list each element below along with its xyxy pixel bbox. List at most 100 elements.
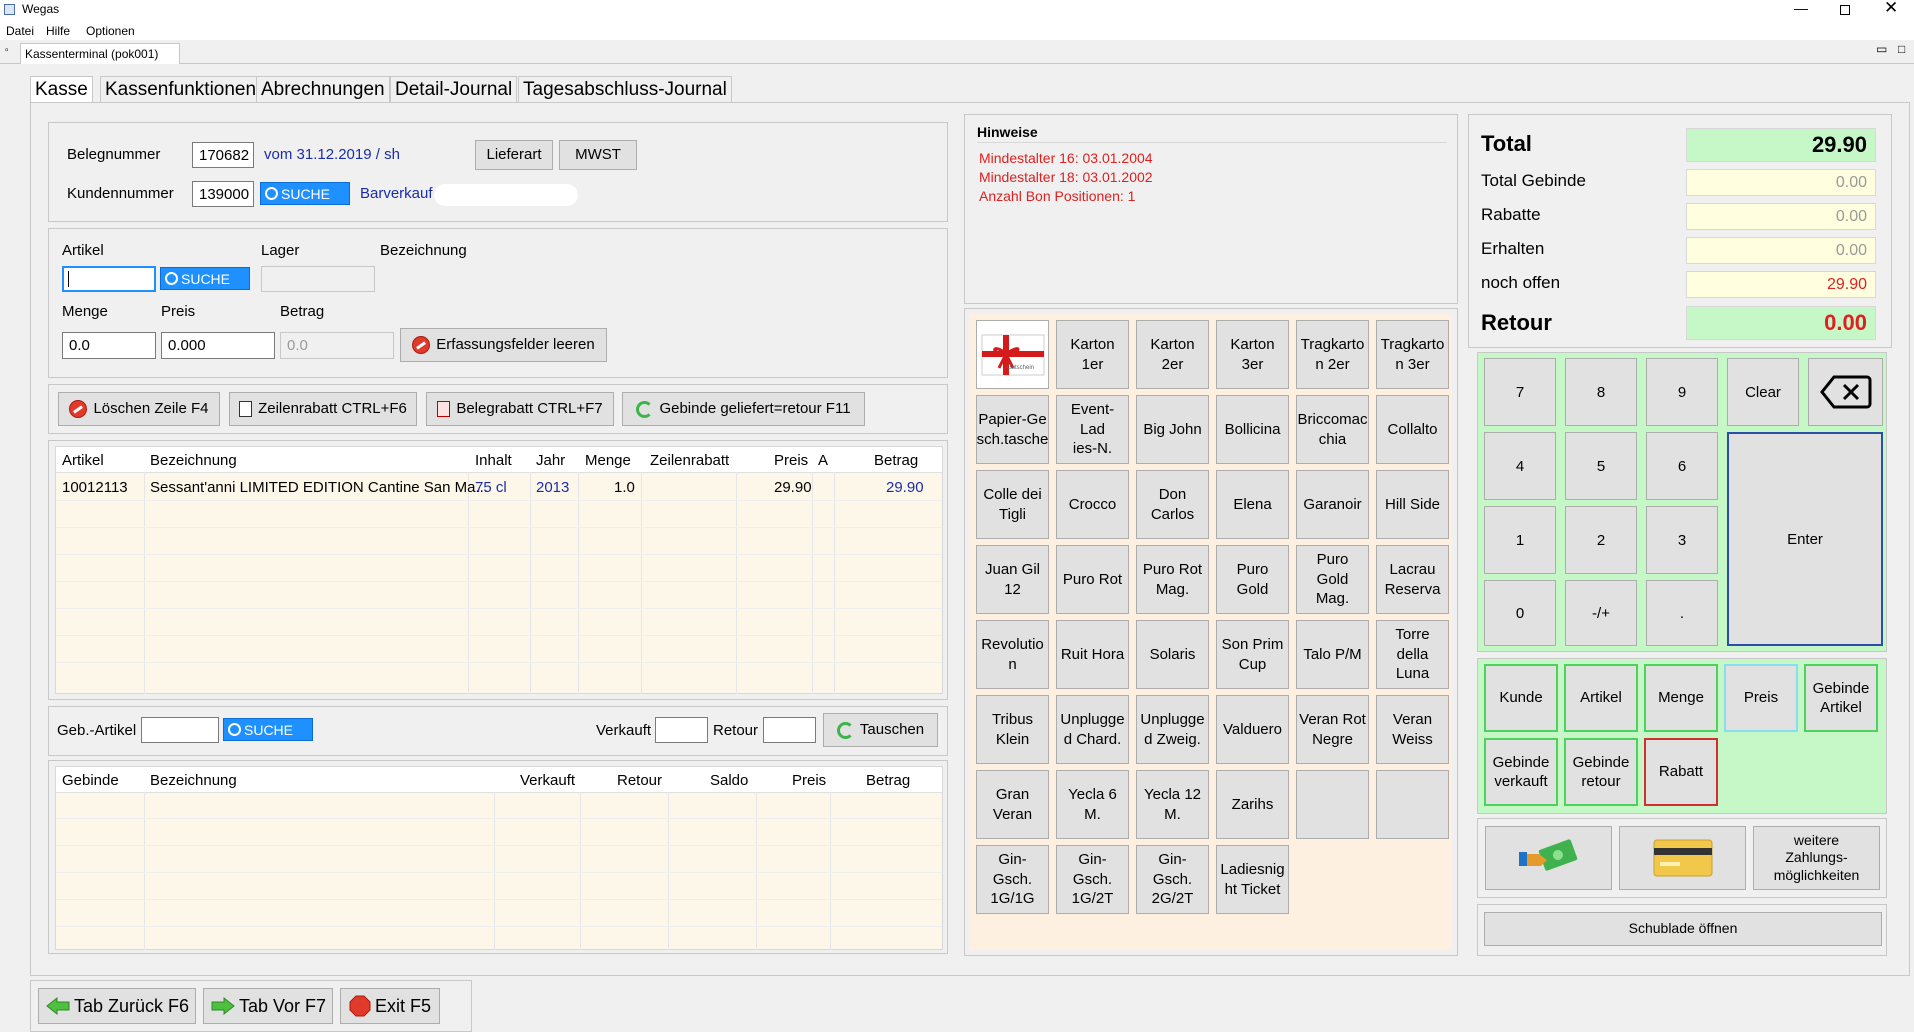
product-button[interactable]: Hill Side	[1376, 470, 1449, 539]
product-button[interactable]: Ruit Hora	[1056, 620, 1129, 689]
cash-payment-button[interactable]	[1485, 826, 1612, 890]
product-button[interactable]: Unplugge d Chard.	[1056, 695, 1129, 764]
menu-hilfe[interactable]: Hilfe	[46, 24, 70, 38]
maximize-icon[interactable]	[1840, 5, 1850, 15]
kundennummer-field[interactable]: 139000	[192, 181, 254, 207]
product-button[interactable]: Briccomac chia	[1296, 395, 1369, 464]
product-button[interactable]: Puro Rot Mag.	[1136, 545, 1209, 614]
product-button[interactable]: Karton 1er	[1056, 320, 1129, 389]
product-button[interactable]: Yecla 12 M.	[1136, 770, 1209, 839]
product-button[interactable]: Juan Gil 12	[976, 545, 1049, 614]
gebinde-artikel-button[interactable]: Gebinde Artikel	[1804, 664, 1878, 732]
key-9[interactable]: 9	[1646, 358, 1718, 426]
key-1[interactable]: 1	[1484, 506, 1556, 574]
geb-artikel-input[interactable]	[141, 717, 219, 743]
artikel-function-button[interactable]: Artikel	[1564, 664, 1638, 732]
artikel-suche-button[interactable]: SUCHE	[160, 267, 250, 290]
product-button[interactable]: Veran Weiss	[1376, 695, 1449, 764]
product-button[interactable]: Big John	[1136, 395, 1209, 464]
tauschen-button[interactable]: Tauschen	[823, 713, 938, 747]
minimize-icon[interactable]: —	[1794, 0, 1808, 16]
belegrabatt-button[interactable]: Belegrabatt CTRL+F7	[426, 392, 614, 426]
key-5[interactable]: 5	[1565, 432, 1637, 500]
clear-button[interactable]: Clear	[1727, 358, 1799, 426]
product-button[interactable]: Veran Rot Negre	[1296, 695, 1369, 764]
enter-button[interactable]: Enter	[1727, 432, 1883, 646]
preis-function-button[interactable]: Preis	[1724, 664, 1798, 732]
close-icon[interactable]: ✕	[1884, 0, 1898, 18]
product-button[interactable]: Garanoir	[1296, 470, 1369, 539]
product-empty-button[interactable]	[1296, 770, 1369, 839]
product-button[interactable]: Tragkarto n 3er	[1376, 320, 1449, 389]
menge-function-button[interactable]: Menge	[1644, 664, 1718, 732]
gebinde-verkauft-button[interactable]: Gebinde verkauft	[1484, 738, 1558, 806]
product-button[interactable]: Bollicina	[1216, 395, 1289, 464]
key-3[interactable]: 3	[1646, 506, 1718, 574]
rabatt-button[interactable]: Rabatt	[1644, 738, 1718, 806]
tab-detail-journal[interactable]: Detail-Journal	[390, 76, 518, 102]
product-button[interactable]: Puro Gold	[1216, 545, 1289, 614]
product-button[interactable]: Papier-Ge sch.tasche	[976, 395, 1049, 464]
product-button[interactable]: Son Prim Cup	[1216, 620, 1289, 689]
product-button[interactable]: Puro Gold Mag.	[1296, 545, 1369, 614]
product-button[interactable]: Valduero	[1216, 695, 1289, 764]
product-button[interactable]: Don Carlos	[1136, 470, 1209, 539]
product-button[interactable]: Elena	[1216, 470, 1289, 539]
verkauft-input[interactable]	[655, 717, 708, 743]
menu-optionen[interactable]: Optionen	[86, 24, 135, 38]
product-button[interactable]: Gin-Gsch. 2G/2T	[1136, 845, 1209, 914]
view-maximize-icon[interactable]: □	[1898, 42, 1905, 56]
product-button[interactable]: Gin-Gsch. 1G/2T	[1056, 845, 1129, 914]
exit-button[interactable]: Exit F5	[340, 988, 440, 1024]
schublade-button[interactable]: Schublade öffnen	[1484, 912, 1882, 946]
backspace-button[interactable]	[1808, 358, 1883, 426]
key-0[interactable]: 0	[1484, 580, 1556, 646]
product-button[interactable]: Tragkarto n 2er	[1296, 320, 1369, 389]
tab-vor-button[interactable]: Tab Vor F7	[203, 988, 333, 1024]
key-2[interactable]: 2	[1565, 506, 1637, 574]
erfassungsfelder-leeren-button[interactable]: Erfassungsfelder leeren	[400, 328, 607, 362]
product-button[interactable]: Torre della Luna	[1376, 620, 1449, 689]
product-button[interactable]: Gin-Gsch. 1G/1G	[976, 845, 1049, 914]
gebinde-retour-button[interactable]: Gebinde retour	[1564, 738, 1638, 806]
geb-suche-button[interactable]: SUCHE	[223, 718, 313, 741]
product-gutschein-button[interactable]: Gutschein	[976, 320, 1049, 389]
product-button[interactable]: Puro Rot	[1056, 545, 1129, 614]
artikel-input[interactable]	[62, 266, 156, 292]
product-button[interactable]: Crocco	[1056, 470, 1129, 539]
product-button[interactable]: Lacrau Reserva	[1376, 545, 1449, 614]
tab-tagesabschluss-journal[interactable]: Tagesabschluss-Journal	[518, 76, 732, 102]
view-minimize-icon[interactable]: ▭	[1876, 42, 1887, 56]
kunden-suche-button[interactable]: SUCHE	[260, 182, 350, 205]
card-payment-button[interactable]	[1619, 826, 1746, 890]
product-button[interactable]: Yecla 6 M.	[1056, 770, 1129, 839]
product-button[interactable]: Ladiesnig ht Ticket	[1216, 845, 1289, 914]
product-button[interactable]: Zarihs	[1216, 770, 1289, 839]
key-8[interactable]: 8	[1565, 358, 1637, 426]
product-button[interactable]: Unplugge d Zweig.	[1136, 695, 1209, 764]
menge-input[interactable]: 0.0	[62, 332, 156, 359]
product-empty-button[interactable]	[1376, 770, 1449, 839]
retour-input[interactable]	[763, 717, 816, 743]
product-button[interactable]: Karton 3er	[1216, 320, 1289, 389]
product-button[interactable]: Talo P/M	[1296, 620, 1369, 689]
key-plus-minus[interactable]: -/+	[1565, 580, 1637, 646]
product-button[interactable]: Tribus Klein	[976, 695, 1049, 764]
product-button[interactable]: Collalto	[1376, 395, 1449, 464]
product-button[interactable]: Solaris	[1136, 620, 1209, 689]
weitere-zahlung-button[interactable]: weitere Zahlungs- möglichkeiten	[1753, 826, 1880, 890]
tab-kasse[interactable]: Kasse	[30, 76, 93, 102]
editor-tab[interactable]: Kassenterminal (pok001) ✕	[20, 43, 180, 75]
kunde-button[interactable]: Kunde	[1484, 664, 1558, 732]
preis-input[interactable]: 0.000	[161, 332, 275, 359]
menu-datei[interactable]: Datei	[6, 24, 34, 38]
tab-zurueck-button[interactable]: Tab Zurück F6	[38, 988, 196, 1024]
key-4[interactable]: 4	[1484, 432, 1556, 500]
product-button[interactable]: Gran Veran	[976, 770, 1049, 839]
belegnummer-field[interactable]: 170682	[192, 142, 254, 168]
product-button[interactable]: Karton 2er	[1136, 320, 1209, 389]
tab-kassenfunktionen[interactable]: Kassenfunktionen	[100, 76, 262, 102]
mwst-button[interactable]: MWST	[559, 140, 637, 170]
restore-view-icon[interactable]: ▫	[5, 45, 9, 56]
zeilenrabatt-button[interactable]: Zeilenrabatt CTRL+F6	[229, 392, 417, 426]
